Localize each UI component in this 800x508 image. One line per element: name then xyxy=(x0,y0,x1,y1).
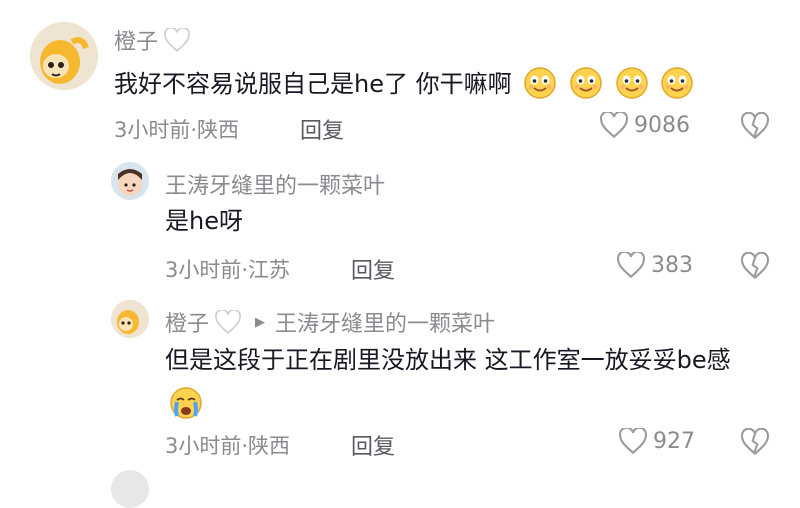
comment-username[interactable]: 橙子 ▶ 王涛牙缝里的一颗菜叶 xyxy=(165,306,495,338)
like-button[interactable]: 383 xyxy=(617,252,693,278)
comment-meta: 3小时前·陕西 xyxy=(165,434,291,458)
like-count: 927 xyxy=(653,428,695,454)
broken-heart-icon[interactable] xyxy=(741,112,769,140)
smiling-face-emoji xyxy=(615,66,649,100)
heart-outline-icon xyxy=(600,112,628,138)
comment-username[interactable]: 橙子 xyxy=(114,24,190,56)
broken-heart-icon[interactable] xyxy=(741,428,769,456)
heart-outline-icon xyxy=(619,428,647,454)
broken-heart-icon[interactable] xyxy=(741,252,769,280)
like-count: 383 xyxy=(651,252,693,278)
heart-outline-icon xyxy=(617,252,645,278)
comment-meta: 3小时前·陕西 xyxy=(114,118,240,142)
comment-meta: 3小时前·江苏 xyxy=(165,258,291,282)
avatar[interactable] xyxy=(111,300,149,338)
reply-button[interactable]: 回复 xyxy=(351,429,395,461)
play-triangle-icon: ▶ xyxy=(255,314,266,330)
reply-to-username[interactable]: 王涛牙缝里的一颗菜叶 xyxy=(275,306,495,338)
white-heart-icon xyxy=(215,310,241,334)
white-heart-icon xyxy=(164,28,190,52)
comment-text: 我好不容易说服自己是he了 你干嘛啊 xyxy=(114,66,694,100)
like-count: 9086 xyxy=(634,112,690,138)
reply-button[interactable]: 回复 xyxy=(300,113,344,145)
smiling-face-emoji xyxy=(569,66,603,100)
like-button[interactable]: 9086 xyxy=(600,112,690,138)
crying-face-emoji xyxy=(169,386,203,420)
comment-username[interactable]: 王涛牙缝里的一颗菜叶 xyxy=(165,168,385,200)
avatar[interactable] xyxy=(30,22,98,90)
comment-text: 但是这段于正在剧里没放出来 这工作室一放妥妥be感 xyxy=(165,338,765,426)
avatar[interactable] xyxy=(111,162,149,200)
smiling-face-emoji xyxy=(660,66,694,100)
avatar[interactable] xyxy=(111,470,149,508)
like-button[interactable]: 927 xyxy=(619,428,695,454)
reply-button[interactable]: 回复 xyxy=(351,253,395,285)
comment-text: 是he呀 xyxy=(165,207,243,235)
smiling-face-emoji xyxy=(523,66,557,100)
